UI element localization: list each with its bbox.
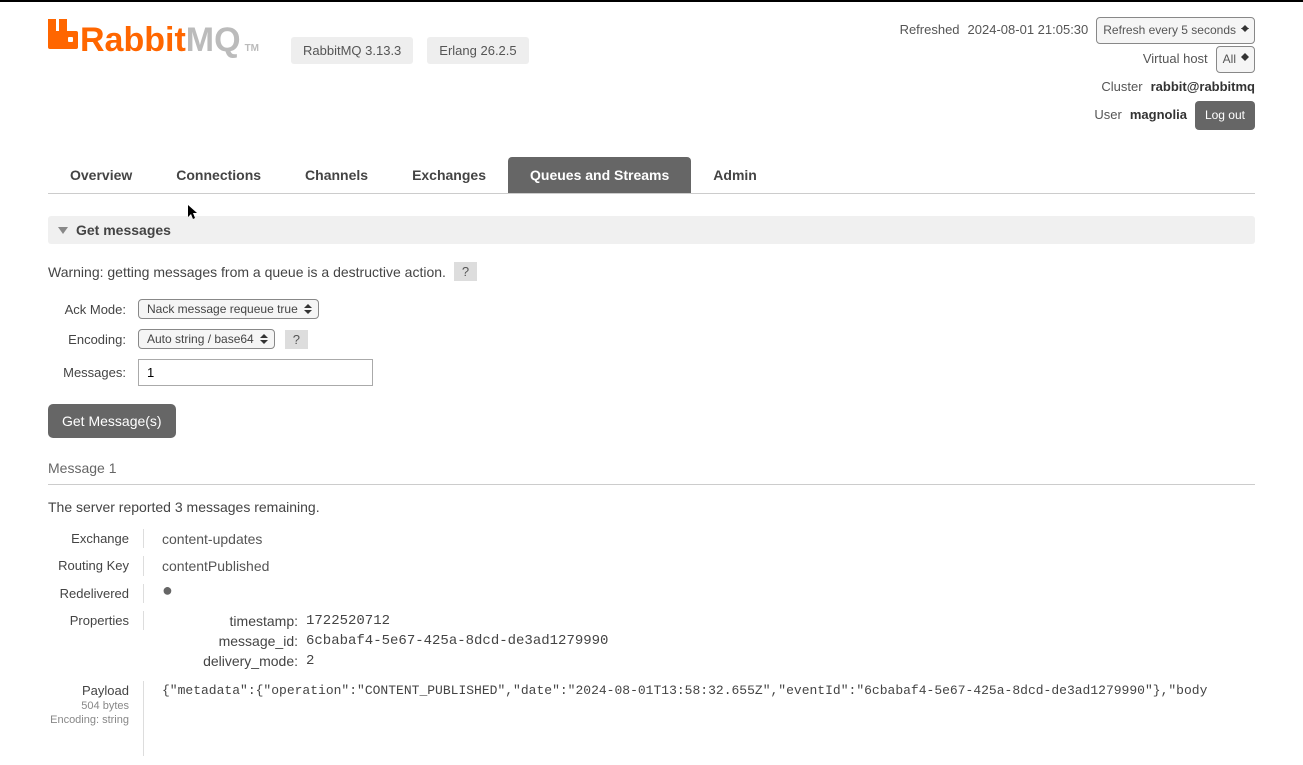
header-meta: Refreshed 2024-08-01 21:05:30 Refresh ev… (900, 17, 1255, 132)
tab-exchanges[interactable]: Exchanges (390, 157, 508, 193)
prop-message-id-val: 6cbabaf4-5e67-425a-8dcd-de3ad1279990 (306, 633, 608, 649)
properties-label: Properties (48, 611, 144, 630)
user-label: User (1094, 103, 1121, 128)
cluster-label: Cluster (1101, 75, 1142, 100)
message-details: Exchange content-updates Routing Key con… (48, 529, 1255, 756)
refreshed-time: 2024-08-01 21:05:30 (968, 18, 1089, 43)
header: RabbitMQ TM RabbitMQ 3.13.3 Erlang 26.2.… (48, 2, 1255, 132)
section-header[interactable]: Get messages (48, 216, 1255, 244)
rabbitmq-icon (48, 19, 78, 57)
logo-section: RabbitMQ TM RabbitMQ 3.13.3 Erlang 26.2.… (48, 17, 529, 64)
cluster-value: rabbit@rabbitmq (1151, 75, 1255, 100)
payload-value-wrap: {"metadata":{"operation":"CONTENT_PUBLIS… (144, 681, 1255, 698)
warning-text: Warning: getting messages from a queue i… (48, 264, 446, 280)
payload-label: Payload (48, 683, 129, 698)
tab-overview[interactable]: Overview (48, 157, 154, 193)
prop-timestamp-key: timestamp: (176, 613, 306, 629)
tab-admin[interactable]: Admin (691, 157, 779, 193)
get-messages-button[interactable]: Get Message(s) (48, 404, 176, 438)
properties-value: timestamp: 1722520712 message_id: 6cbaba… (144, 611, 608, 673)
redelivered-label: Redelivered (48, 584, 144, 603)
warning: Warning: getting messages from a queue i… (48, 262, 1255, 281)
logo-text-rabbit: Rabbit (80, 21, 186, 60)
ack-mode-label: Ack Mode: (48, 302, 138, 317)
prop-delivery-mode-key: delivery_mode: (176, 653, 306, 669)
warning-help-button[interactable]: ? (454, 262, 477, 281)
routing-key-label: Routing Key (48, 556, 144, 576)
vhost-select[interactable]: All (1216, 46, 1255, 73)
remaining-text: The server reported 3 messages remaining… (48, 499, 1255, 515)
messages-label: Messages: (48, 365, 138, 380)
tab-connections[interactable]: Connections (154, 157, 283, 193)
tab-queues[interactable]: Queues and Streams (508, 157, 691, 193)
logo-text-mq: MQ (186, 21, 241, 60)
prop-timestamp-val: 1722520712 (306, 613, 390, 629)
messages-input[interactable] (138, 359, 373, 386)
prop-delivery-mode-val: 2 (306, 653, 314, 669)
logo: RabbitMQ TM (48, 21, 259, 60)
get-messages-form: Ack Mode: Nack message requeue true Enco… (48, 299, 1255, 438)
chevron-down-icon (58, 227, 68, 234)
encoding-label: Encoding: (48, 332, 138, 347)
version-erlang: Erlang 26.2.5 (427, 37, 528, 64)
version-tags: RabbitMQ 3.13.3 Erlang 26.2.5 (291, 37, 529, 64)
payload-label-col: Payload 504 bytes Encoding: string (48, 681, 144, 756)
redelivered-value: ● (144, 584, 173, 595)
routing-key-value: contentPublished (144, 556, 269, 574)
logo-tm: TM (245, 43, 259, 54)
payload-text: {"metadata":{"operation":"CONTENT_PUBLIS… (162, 683, 1255, 698)
payload-encoding: Encoding: string (48, 714, 129, 726)
user-value: magnolia (1130, 103, 1187, 128)
message-header: Message 1 (48, 460, 1255, 485)
logout-button[interactable]: Log out (1195, 101, 1255, 130)
prop-message-id-key: message_id: (176, 633, 306, 649)
section-title: Get messages (76, 222, 171, 238)
ack-mode-select[interactable]: Nack message requeue true (138, 299, 319, 319)
payload-bytes: 504 bytes (48, 700, 129, 712)
refreshed-label: Refreshed (900, 18, 960, 43)
exchange-value: content-updates (144, 529, 262, 547)
refresh-interval-select[interactable]: Refresh every 5 seconds (1096, 17, 1255, 44)
exchange-label: Exchange (48, 529, 144, 548)
tab-channels[interactable]: Channels (283, 157, 390, 193)
vhost-label: Virtual host (1143, 47, 1208, 72)
version-rabbitmq: RabbitMQ 3.13.3 (291, 37, 413, 64)
tabs: Overview Connections Channels Exchanges … (48, 157, 1255, 194)
encoding-help-button[interactable]: ? (285, 330, 308, 349)
encoding-select[interactable]: Auto string / base64 (138, 329, 275, 349)
